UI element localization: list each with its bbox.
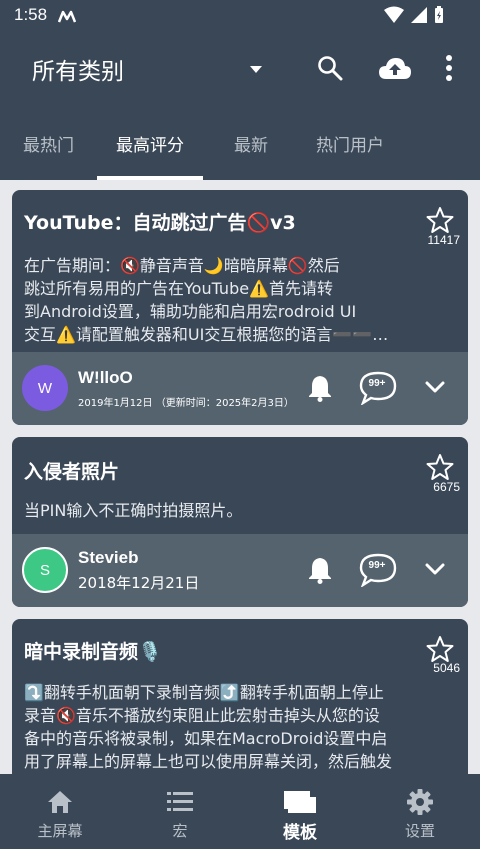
signal-icon: [411, 7, 427, 23]
tab-highest-rated[interactable]: 最高评分: [97, 106, 203, 180]
card-title: 入侵者照片: [24, 461, 120, 483]
card-description: 在广告期间：🔇静音声音🌙暗暗屏幕🚫然后 跳过所有易用的广告在YouTube⚠️首…: [24, 256, 389, 344]
avatar[interactable]: S: [22, 547, 68, 593]
card-title: 暗中录制音频🎙️: [24, 641, 162, 663]
star-icon[interactable]: [426, 635, 454, 663]
templates-icon: [284, 791, 316, 813]
wifi-icon: [384, 6, 404, 23]
bell-icon: [309, 376, 331, 402]
battery-icon: [435, 6, 443, 23]
comments-badge: 99+: [368, 560, 386, 571]
avatar[interactable]: W: [22, 365, 68, 411]
date: 2019年1月12日 （更新时间：2025年2月3日）: [78, 398, 294, 409]
template-card[interactable]: YouTube：自动跳过广告🚫v3 11417 在广告期间：🔇静音声音🌙暗暗屏幕…: [12, 190, 468, 425]
status-bar: 1:58: [0, 0, 480, 32]
nav-settings[interactable]: 设置: [360, 774, 480, 849]
nav-label: 主屏幕: [37, 822, 83, 840]
chevron-down-icon: [425, 381, 445, 393]
chevron-down-icon: [425, 563, 445, 575]
cloud-upload-button[interactable]: [377, 52, 413, 84]
macrodroid-notification-icon: [58, 10, 76, 23]
home-icon: [48, 791, 72, 813]
tab-indicator: [97, 176, 203, 180]
category-title[interactable]: 所有类别: [32, 52, 124, 86]
star-count: 11417: [427, 233, 460, 247]
card-description: 当PIN输入不正确时拍摄照片。: [24, 501, 243, 520]
nav-label: 模板: [283, 823, 317, 843]
gear-icon: [407, 789, 433, 815]
expand-button[interactable]: [422, 556, 448, 582]
template-card[interactable]: 入侵者照片 6675 当PIN输入不正确时拍摄照片。 S Stevieb 201…: [12, 437, 468, 607]
search-icon: [318, 56, 343, 81]
dropdown-arrow-icon[interactable]: [246, 62, 266, 76]
list-icon: [167, 792, 193, 811]
card-title: YouTube：自动跳过广告🚫v3: [24, 212, 296, 234]
nav-home[interactable]: 主屏幕: [0, 774, 120, 849]
nav-label: 宏: [172, 822, 188, 840]
notification-button[interactable]: [306, 372, 334, 404]
tab-top-users[interactable]: 热门用户: [299, 106, 401, 180]
username[interactable]: W!lloO: [78, 368, 133, 388]
more-vert-icon: [446, 55, 452, 81]
star-icon[interactable]: [426, 206, 454, 234]
card-footer: W W!lloO 2019年1月12日 （更新时间：2025年2月3日） 99+: [12, 352, 468, 425]
notification-button[interactable]: [306, 554, 334, 586]
nav-macros[interactable]: 宏: [120, 774, 240, 849]
comments-button[interactable]: 99+: [358, 552, 398, 588]
tab-newest[interactable]: 最新: [203, 106, 299, 180]
app-bar: 所有类别: [0, 32, 480, 106]
date: 2018年12月21日: [78, 574, 200, 592]
star-count: 5046: [433, 661, 460, 675]
search-button[interactable]: [314, 52, 346, 84]
nav-templates[interactable]: 模板: [240, 774, 360, 849]
bell-icon: [309, 558, 331, 584]
card-description: ⤵️翻转手机面朝下录制音频⤴️翻转手机面朝上停止 录音🔇音乐不播放约束阻止此宏射…: [24, 683, 393, 771]
status-time: 1:58: [14, 5, 48, 24]
card-footer: S Stevieb 2018年12月21日 99+: [12, 534, 468, 607]
comments-badge: 99+: [368, 378, 386, 389]
username[interactable]: Stevieb: [78, 548, 138, 568]
more-options-button[interactable]: [434, 52, 464, 84]
comments-button[interactable]: 99+: [358, 370, 398, 406]
nav-label: 设置: [404, 822, 435, 840]
expand-button[interactable]: [422, 374, 448, 400]
star-count: 6675: [433, 480, 460, 494]
bottom-navigation: 主屏幕 宏 模板 设置: [0, 774, 480, 849]
tab-most-popular[interactable]: 最热门: [0, 106, 97, 180]
template-card[interactable]: 暗中录制音频🎙️ 5046 ⤵️翻转手机面朝下录制音频⤴️翻转手机面朝上停止 录…: [12, 619, 468, 789]
star-icon[interactable]: [426, 453, 454, 481]
tab-bar: 最热门 最高评分 最新 热门用户: [0, 106, 480, 180]
cloud-upload-icon: [379, 58, 411, 79]
